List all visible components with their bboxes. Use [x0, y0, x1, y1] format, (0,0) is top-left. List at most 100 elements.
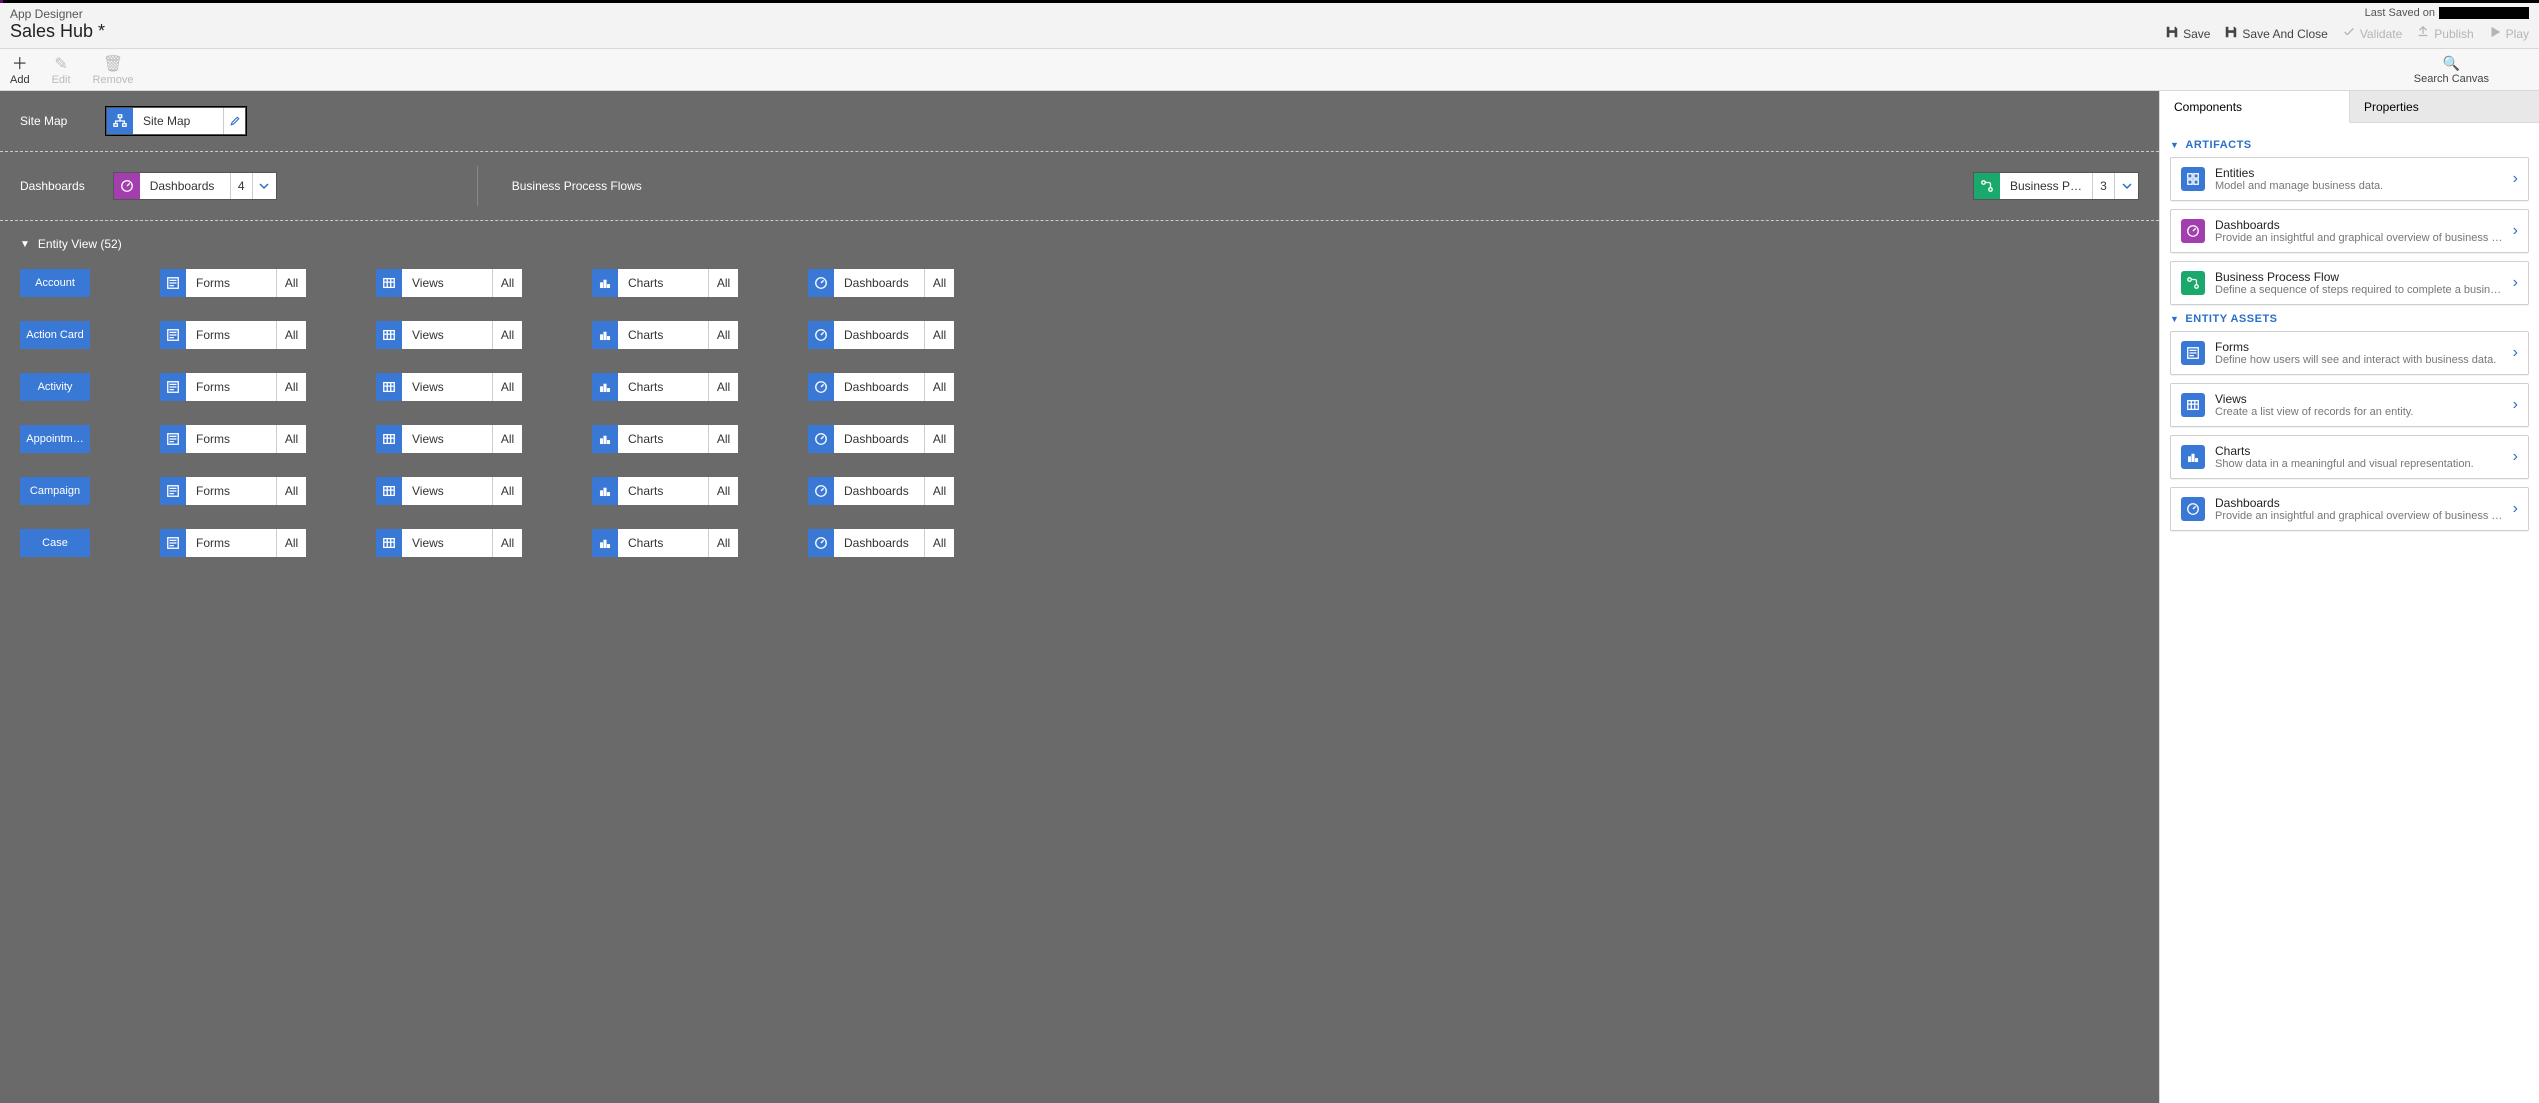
bpf-tile[interactable]: Business P… 3 [1973, 172, 2139, 200]
asset-tile-forms[interactable]: FormsAll [160, 373, 306, 401]
component-card[interactable]: ChartsShow data in a meaningful and visu… [2170, 435, 2529, 479]
card-title: Dashboards [2215, 496, 2503, 510]
asset-tile-dashboards[interactable]: DashboardsAll [808, 269, 954, 297]
table-icon [376, 373, 402, 401]
asset-tile-charts[interactable]: ChartsAll [592, 269, 738, 297]
entity-view-toggle[interactable]: ▼ Entity View (52) [0, 221, 2159, 257]
asset-tile-charts[interactable]: ChartsAll [592, 477, 738, 505]
asset-label: Forms [186, 373, 276, 401]
bar-icon [592, 269, 618, 297]
asset-tile-dashboards[interactable]: DashboardsAll [808, 321, 954, 349]
asset-label: Views [402, 321, 492, 349]
dashboards-tile-label: Dashboards [140, 173, 230, 199]
card-title: Business Process Flow [2215, 270, 2503, 284]
dashboards-dropdown[interactable] [252, 173, 276, 199]
bpf-dropdown[interactable] [2114, 173, 2138, 199]
asset-label: Views [402, 477, 492, 505]
component-card[interactable]: Business Process FlowDefine a sequence o… [2170, 261, 2529, 305]
asset-label: Charts [618, 321, 708, 349]
asset-tile-charts[interactable]: ChartsAll [592, 321, 738, 349]
asset-tile-forms[interactable]: FormsAll [160, 321, 306, 349]
validate-button[interactable]: Validate [2342, 25, 2402, 42]
entity-button[interactable]: Appointm… [20, 425, 90, 453]
asset-tile-views[interactable]: ViewsAll [376, 373, 522, 401]
gauge-icon [114, 173, 140, 199]
asset-tile-dashboards[interactable]: DashboardsAll [808, 529, 954, 557]
component-card[interactable]: DashboardsProvide an insightful and grap… [2170, 487, 2529, 531]
table-icon [376, 477, 402, 505]
asset-tile-views[interactable]: ViewsAll [376, 425, 522, 453]
sitemap-edit-button[interactable] [223, 108, 245, 134]
publish-button[interactable]: Publish [2416, 25, 2473, 42]
card-desc: Create a list view of records for an ent… [2215, 406, 2503, 418]
gauge-icon [808, 373, 834, 401]
card-title: Forms [2215, 340, 2503, 354]
asset-label: Charts [618, 529, 708, 557]
form-icon [160, 321, 186, 349]
canvas[interactable]: Site Map Site Map Dashboards Dashboards … [0, 91, 2159, 1103]
asset-tile-views[interactable]: ViewsAll [376, 529, 522, 557]
header-actions: Save Save And Close Validate Publish Pla… [2165, 25, 2529, 42]
toolbar: ＋ Add ✎ Edit 🗑 Remove 🔍 Search Canvas [0, 49, 2539, 91]
chevron-right-icon: › [2513, 344, 2518, 362]
asset-label: Views [402, 373, 492, 401]
asset-all: All [276, 425, 306, 453]
asset-tile-forms[interactable]: FormsAll [160, 529, 306, 557]
asset-label: Charts [618, 425, 708, 453]
search-canvas-button[interactable]: 🔍 Search Canvas [2414, 55, 2489, 85]
dashboards-tile[interactable]: Dashboards 4 [113, 172, 277, 200]
component-card[interactable]: EntitiesModel and manage business data.› [2170, 157, 2529, 201]
header-bar: App Designer Sales Hub * Last Saved on S… [0, 3, 2539, 49]
asset-tile-charts[interactable]: ChartsAll [592, 529, 738, 557]
bpf-tile-label: Business P… [2000, 173, 2092, 199]
gauge-icon [808, 529, 834, 557]
search-icon: 🔍 [2443, 55, 2460, 72]
asset-tile-dashboards[interactable]: DashboardsAll [808, 477, 954, 505]
entity-button[interactable]: Action Card [20, 321, 90, 349]
asset-tile-forms[interactable]: FormsAll [160, 269, 306, 297]
save-and-close-button[interactable]: Save And Close [2224, 25, 2327, 42]
entity-button[interactable]: Case [20, 529, 90, 557]
section-entity-assets[interactable]: ▼ ENTITY ASSETS [2170, 313, 2529, 325]
entity-row: Campaign FormsAll ViewsAll ChartsAll Dashboa… [0, 465, 2159, 517]
play-button[interactable]: Play [2488, 25, 2529, 42]
asset-tile-views[interactable]: ViewsAll [376, 477, 522, 505]
tab-properties[interactable]: Properties [2350, 91, 2539, 123]
component-card[interactable]: FormsDefine how users will see and inter… [2170, 331, 2529, 375]
asset-tile-dashboards[interactable]: DashboardsAll [808, 373, 954, 401]
component-card[interactable]: ViewsCreate a list view of records for a… [2170, 383, 2529, 427]
entity-button[interactable]: Activity [20, 373, 90, 401]
remove-button[interactable]: 🗑 Remove [93, 57, 134, 86]
asset-all: All [276, 529, 306, 557]
chevron-right-icon: › [2513, 274, 2518, 292]
flow-icon [1974, 173, 2000, 199]
component-card[interactable]: DashboardsProvide an insightful and grap… [2170, 209, 2529, 253]
asset-tile-forms[interactable]: FormsAll [160, 477, 306, 505]
asset-label: Views [402, 269, 492, 297]
asset-tile-dashboards[interactable]: DashboardsAll [808, 425, 954, 453]
save-close-icon [2224, 25, 2238, 42]
sitemap-icon [107, 108, 133, 134]
sitemap-tile[interactable]: Site Map [106, 107, 246, 135]
asset-tile-views[interactable]: ViewsAll [376, 269, 522, 297]
save-button[interactable]: Save [2165, 25, 2210, 42]
asset-all: All [492, 373, 522, 401]
edit-button[interactable]: ✎ Edit [52, 57, 71, 86]
asset-tile-views[interactable]: ViewsAll [376, 321, 522, 349]
pencil-icon: ✎ [54, 57, 67, 73]
tab-components[interactable]: Components [2160, 91, 2350, 123]
asset-tile-forms[interactable]: FormsAll [160, 425, 306, 453]
asset-tile-charts[interactable]: ChartsAll [592, 373, 738, 401]
asset-all: All [492, 425, 522, 453]
table-icon [2181, 393, 2205, 417]
asset-label: Charts [618, 373, 708, 401]
chevron-right-icon: › [2513, 448, 2518, 466]
add-button[interactable]: ＋ Add [10, 57, 30, 86]
entity-button[interactable]: Account [20, 269, 90, 297]
section-artifacts[interactable]: ▼ ARTIFACTS [2170, 139, 2529, 151]
entity-row: Appointm…FormsAllViewsAllChartsAllDashbo… [0, 413, 2159, 465]
entity-button[interactable]: Campaign [20, 477, 90, 505]
gauge-icon [808, 477, 834, 505]
bar-icon [2181, 445, 2205, 469]
asset-tile-charts[interactable]: ChartsAll [592, 425, 738, 453]
